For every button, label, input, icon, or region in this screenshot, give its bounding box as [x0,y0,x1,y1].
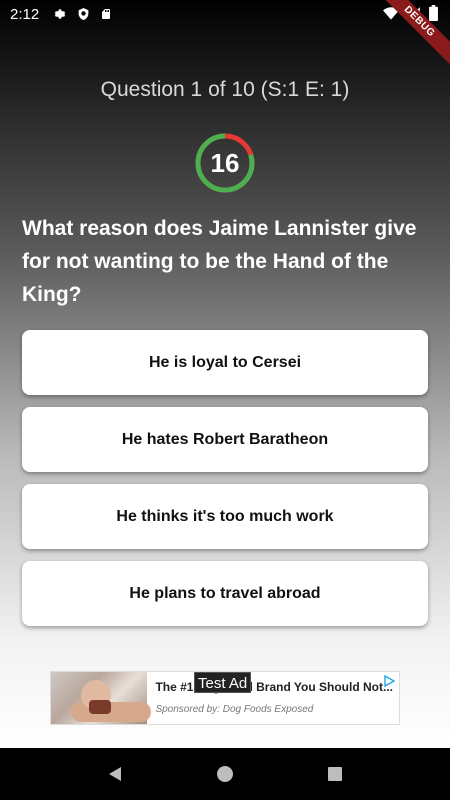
status-bar: 2:12 [0,0,450,28]
answer-list: He is loyal to Cersei He hates Robert Ba… [22,330,428,638]
back-icon [109,767,121,781]
recents-icon [328,767,342,781]
quiz-screen: 2:12 DEBUG Question 1 of 10 (S:1 E: 1) 1… [0,0,450,748]
status-time: 2:12 [10,5,40,23]
answer-button-4[interactable]: He plans to travel abroad [22,561,428,626]
shield-icon [78,8,89,20]
navigation-bar [0,748,450,800]
answer-button-1[interactable]: He is loyal to Cersei [22,330,428,395]
ad-content[interactable]: The #1 Dog Food Brand You Should Not... … [147,672,399,724]
gear-icon [54,9,66,19]
question-text: What reason does Jaime Lannister give fo… [22,217,417,306]
answer-button-3[interactable]: He thinks it's too much work [22,484,428,549]
answer-button-2[interactable]: He hates Robert Baratheon [22,407,428,472]
ad-choices-icon[interactable] [383,675,395,687]
question-progress: Question 1 of 10 (S:1 E: 1) [100,78,350,101]
test-ad-label: Test Ad [194,672,252,693]
ad-sponsor: Sponsored by: Dog Foods Exposed [155,704,314,715]
recents-button[interactable] [323,762,347,786]
home-button[interactable] [213,762,237,786]
sd-card-icon [102,9,111,19]
timer-value: 16 [210,147,240,178]
ad-image[interactable] [51,672,151,724]
back-button[interactable] [103,762,127,786]
battery-icon [429,5,438,21]
home-icon [217,766,233,782]
countdown-timer: 16 [195,133,255,193]
ad-title[interactable]: The #1 Dog Food Brand You Should Not... [155,680,393,694]
